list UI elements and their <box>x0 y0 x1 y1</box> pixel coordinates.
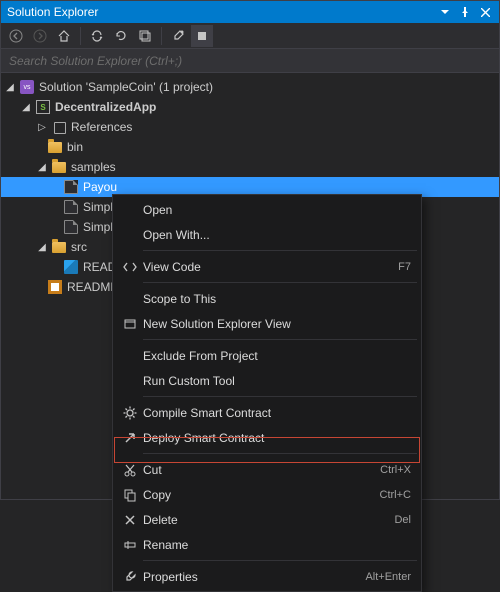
file-label: Simpl <box>83 200 113 214</box>
menu-separator <box>143 250 417 251</box>
cut-icon <box>117 463 143 477</box>
markdown-icon <box>47 279 63 295</box>
expand-icon[interactable]: ◢ <box>37 162 47 172</box>
delete-icon <box>117 513 143 527</box>
rename-icon <box>117 538 143 552</box>
menu-item-view-code[interactable]: View Code F7 <box>113 254 421 279</box>
menu-item-cut[interactable]: Cut Ctrl+X <box>113 457 421 482</box>
panel-titlebar: Solution Explorer <box>1 1 499 23</box>
menu-item-exclude[interactable]: Exclude From Project <box>113 343 421 368</box>
new-view-icon <box>117 317 143 331</box>
deploy-icon <box>117 431 143 445</box>
folder-label: src <box>71 240 87 254</box>
sync-icon[interactable] <box>86 25 108 47</box>
references-node[interactable]: ▷ References <box>1 117 499 137</box>
close-icon[interactable] <box>477 4 493 20</box>
file-icon <box>63 199 79 215</box>
refresh-icon[interactable] <box>110 25 132 47</box>
references-label: References <box>71 120 132 134</box>
references-icon <box>51 119 67 135</box>
dropdown-icon[interactable] <box>437 4 453 20</box>
menu-item-open[interactable]: Open <box>113 197 421 222</box>
expand-icon[interactable]: ◢ <box>5 82 15 92</box>
menu-separator <box>143 453 417 454</box>
panel-title: Solution Explorer <box>7 5 433 19</box>
menu-item-compile[interactable]: Compile Smart Contract <box>113 400 421 425</box>
home-icon[interactable] <box>53 25 75 47</box>
show-all-files-icon[interactable] <box>191 25 213 47</box>
menu-item-open-with[interactable]: Open With... <box>113 222 421 247</box>
markdown-icon <box>63 259 79 275</box>
context-menu: Open Open With... View Code F7 Scope to … <box>112 194 422 592</box>
file-label: Payou <box>83 180 117 194</box>
toolbar-separator <box>161 27 162 45</box>
expand-icon[interactable]: ▷ <box>37 122 47 132</box>
search-input[interactable]: Search Solution Explorer (Ctrl+;) <box>1 49 499 73</box>
expand-icon[interactable]: ◢ <box>37 242 47 252</box>
menu-item-delete[interactable]: Delete Del <box>113 507 421 532</box>
menu-item-deploy[interactable]: Deploy Smart Contract <box>113 425 421 450</box>
back-icon[interactable] <box>5 25 27 47</box>
folder-icon <box>51 239 67 255</box>
toolbar <box>1 23 499 49</box>
solution-icon <box>19 79 35 95</box>
menu-item-new-view[interactable]: New Solution Explorer View <box>113 311 421 336</box>
properties-icon[interactable] <box>167 25 189 47</box>
menu-item-rename[interactable]: Rename <box>113 532 421 557</box>
menu-separator <box>143 560 417 561</box>
menu-separator <box>143 396 417 397</box>
folder-label: samples <box>71 160 116 174</box>
pin-icon[interactable] <box>457 4 473 20</box>
file-icon <box>63 219 79 235</box>
toolbar-separator <box>80 27 81 45</box>
menu-item-scope[interactable]: Scope to This <box>113 286 421 311</box>
menu-item-run-tool[interactable]: Run Custom Tool <box>113 368 421 393</box>
expand-icon[interactable]: ◢ <box>21 102 31 112</box>
solution-node[interactable]: ◢ Solution 'SampleCoin' (1 project) <box>1 77 499 97</box>
folder-icon <box>51 159 67 175</box>
project-node[interactable]: ◢ DecentralizedApp <box>1 97 499 117</box>
menu-item-properties[interactable]: Properties Alt+Enter <box>113 564 421 589</box>
folder-icon <box>47 139 63 155</box>
file-icon <box>63 179 79 195</box>
project-label: DecentralizedApp <box>55 100 156 114</box>
menu-item-copy[interactable]: Copy Ctrl+C <box>113 482 421 507</box>
project-icon <box>35 99 51 115</box>
folder-node-samples[interactable]: ◢ samples <box>1 157 499 177</box>
wrench-icon <box>117 570 143 584</box>
file-label: Simpl <box>83 220 113 234</box>
copy-icon <box>117 488 143 502</box>
menu-separator <box>143 339 417 340</box>
gear-icon <box>117 406 143 420</box>
folder-node-bin[interactable]: bin <box>1 137 499 157</box>
search-placeholder: Search Solution Explorer (Ctrl+;) <box>9 54 182 68</box>
solution-label: Solution 'SampleCoin' (1 project) <box>39 80 213 94</box>
menu-separator <box>143 282 417 283</box>
forward-icon[interactable] <box>29 25 51 47</box>
collapse-all-icon[interactable] <box>134 25 156 47</box>
code-icon <box>117 260 143 274</box>
folder-label: bin <box>67 140 83 154</box>
